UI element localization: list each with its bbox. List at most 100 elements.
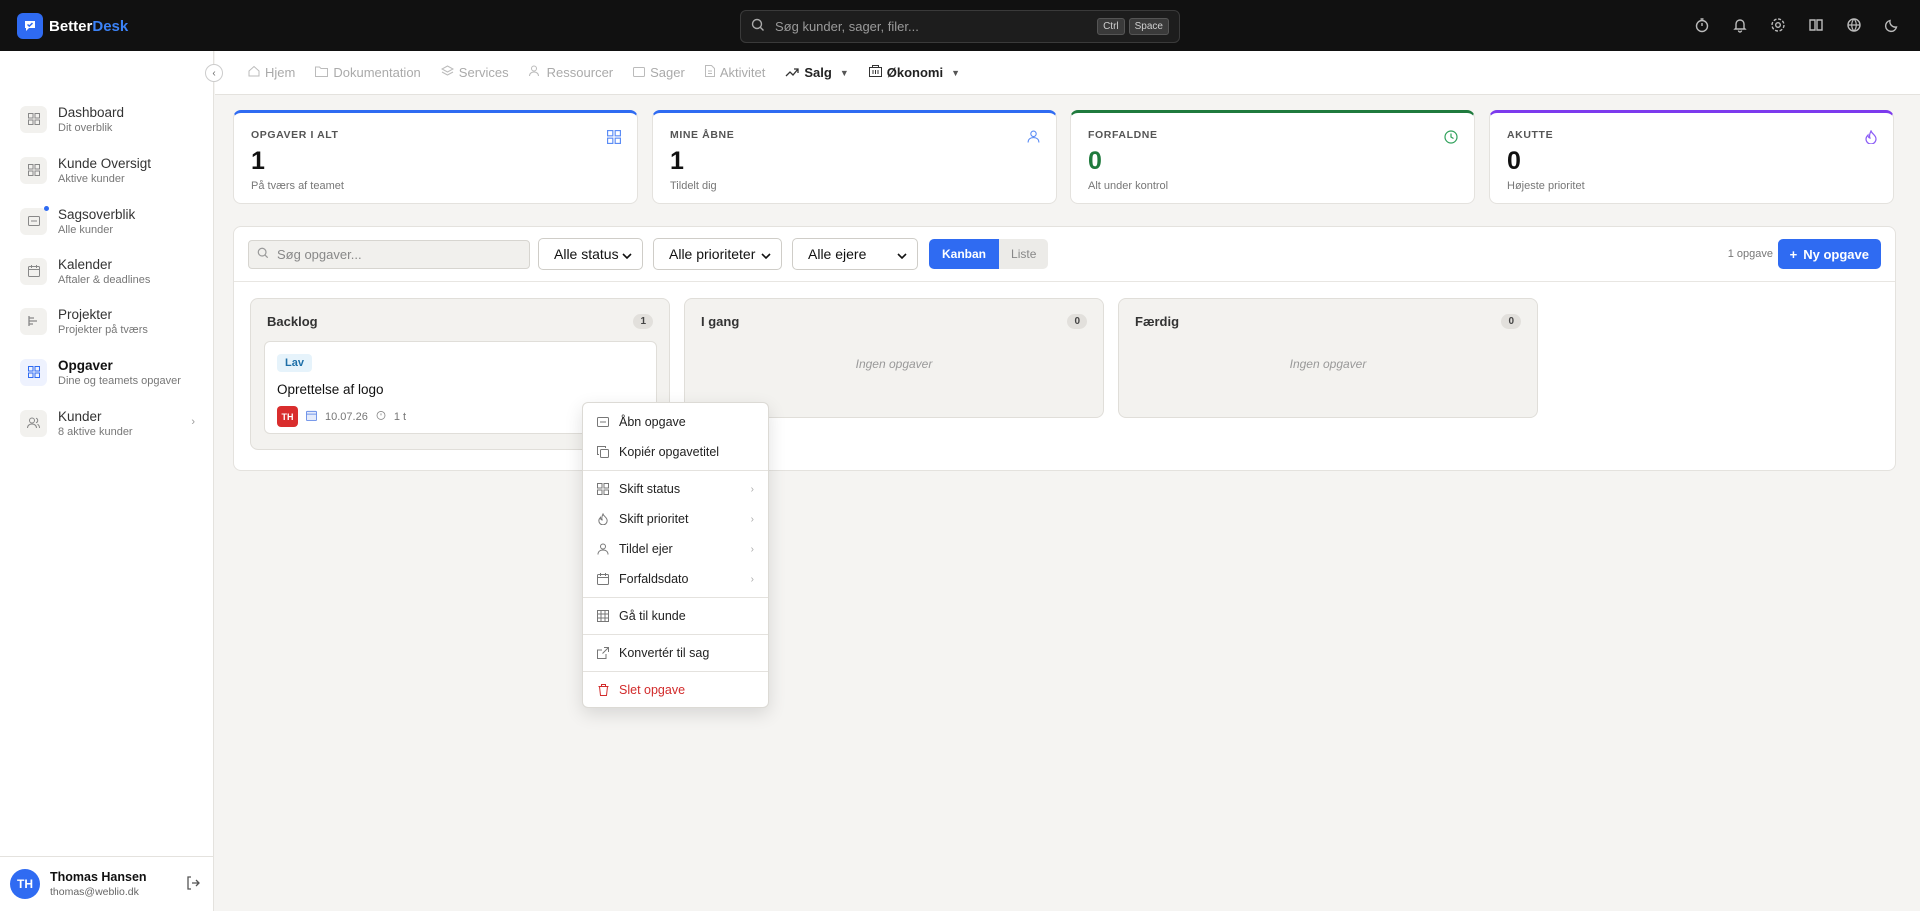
- user-profile[interactable]: TH Thomas Hansen thomas@weblio.dk: [0, 856, 214, 911]
- menu-item-open-task[interactable]: Åbn opgave: [583, 409, 768, 435]
- search-icon: [257, 247, 269, 262]
- avatar: TH: [10, 869, 40, 899]
- tab-dokumentation[interactable]: Dokumentation: [315, 65, 421, 80]
- book-icon[interactable]: [1806, 15, 1826, 35]
- menu-divider: [583, 470, 768, 471]
- sidebar-item-projekter[interactable]: Projekter Projekter på tværs: [20, 302, 195, 340]
- trash-icon: [596, 683, 610, 697]
- menu-divider: [583, 671, 768, 672]
- app-logo[interactable]: BetterDesk: [17, 13, 128, 39]
- table-icon: [596, 609, 610, 623]
- new-task-button[interactable]: + Ny opgave: [1777, 239, 1881, 269]
- notification-dot: [44, 205, 49, 211]
- menu-item-convert-to-case[interactable]: Konvertér til sag: [583, 640, 768, 666]
- tab-ressourcer[interactable]: Ressourcer: [528, 65, 613, 80]
- sidebar-item-title: Sagsoverblik: [58, 206, 136, 222]
- menu-item-change-priority[interactable]: Skift prioritet ›: [583, 506, 768, 532]
- sidebar-item-title: Projekter: [58, 306, 113, 322]
- collapse-sidebar-button[interactable]: ‹: [205, 64, 223, 82]
- sidebar-item-title: Dashboard: [58, 104, 125, 120]
- user-name: Thomas Hansen: [50, 870, 147, 884]
- calendar-icon: [20, 257, 47, 285]
- kanban-view-button[interactable]: Kanban: [929, 239, 1000, 269]
- chevron-down-icon: [622, 246, 632, 262]
- chevron-right-icon: ›: [750, 483, 754, 495]
- sidebar-item-subtitle: Alle kunder: [58, 223, 114, 236]
- task-search-placeholder: Søg opgaver...: [277, 247, 362, 262]
- caret-down-icon: ▼: [951, 67, 960, 78]
- menu-item-delete-task[interactable]: Slet opgave: [583, 677, 768, 703]
- menu-item-go-to-customer[interactable]: Gå til kunde: [583, 603, 768, 629]
- stat-value: 1: [251, 147, 265, 175]
- sidebar-item-title: Kalender: [58, 256, 113, 272]
- task-estimate: 1 t: [393, 410, 407, 423]
- tab-aktivitet[interactable]: Aktivitet: [704, 65, 766, 80]
- timer-icon[interactable]: [1692, 15, 1712, 35]
- grid-icon: [20, 358, 47, 386]
- task-toolbar: Søg opgaver... Alle status Alle priorite…: [234, 227, 1895, 282]
- view-toggle: Kanban Liste: [929, 239, 1049, 269]
- tab-salg[interactable]: Salg ▼: [785, 65, 849, 80]
- menu-item-assign-owner[interactable]: Tildel ejer ›: [583, 536, 768, 562]
- menu-item-label: Slet opgave: [619, 683, 686, 697]
- task-context-menu: Åbn opgave Kopiér opgavetitel Skift stat…: [582, 402, 769, 708]
- owner-filter-select[interactable]: Alle ejere: [792, 238, 918, 270]
- menu-item-change-status[interactable]: Skift status ›: [583, 476, 768, 502]
- menu-item-label: Forfaldsdato: [619, 572, 689, 586]
- sidebar-item-subtitle: Aktive kunder: [58, 172, 125, 185]
- stat-value: 0: [1507, 147, 1521, 175]
- sidebar-item-kunde-oversigt[interactable]: Kunde Oversigt Aktive kunder: [20, 151, 195, 189]
- user-icon: [1027, 130, 1040, 146]
- empty-column-text: Ingen opgaver: [1289, 357, 1367, 371]
- stat-label: AKUTTE: [1507, 129, 1554, 141]
- chevron-right-icon[interactable]: ›: [191, 416, 195, 428]
- timer-icon: [376, 410, 386, 423]
- global-search-input[interactable]: Søg kunder, sager, filer... Ctrl Space: [740, 10, 1180, 43]
- user-icon: [596, 542, 610, 556]
- tab-label: Aktivitet: [719, 65, 766, 80]
- menu-item-label: Kopiér opgavetitel: [619, 445, 720, 459]
- sidebar-item-kunder[interactable]: Kunder 8 aktive kunder ›: [20, 404, 195, 442]
- sidebar: Dashboard Dit overblik Kunde Oversigt Akti…: [0, 51, 214, 911]
- gear-icon[interactable]: [1768, 15, 1788, 35]
- sidebar-item-title: Opgaver: [58, 357, 113, 373]
- global-search-placeholder: Søg kunder, sager, filer...: [775, 19, 919, 34]
- grid-icon: [596, 482, 610, 496]
- tab-okonomi[interactable]: Økonomi ▼: [868, 65, 960, 80]
- plus-icon: +: [1789, 246, 1798, 262]
- column-count: 1: [633, 314, 653, 329]
- priority-filter-select[interactable]: Alle prioriteter: [653, 238, 782, 270]
- globe-icon[interactable]: [1844, 15, 1864, 35]
- menu-item-copy-title[interactable]: Kopiér opgavetitel: [583, 439, 768, 465]
- priority-tag: Lav: [277, 354, 312, 372]
- sidebar-item-sagsoverblik[interactable]: Sagsoverblik Alle kunder: [20, 202, 195, 240]
- menu-item-due-date[interactable]: Forfaldsdato ›: [583, 566, 768, 592]
- tab-label: Dokumentation: [333, 65, 421, 80]
- stat-label: MINE ÅBNE: [670, 129, 735, 141]
- caret-down-icon: ▼: [839, 67, 849, 78]
- tab-hjem[interactable]: Hjem: [248, 65, 295, 80]
- sidebar-item-kalender[interactable]: Kalender Aftaler & deadlines: [20, 252, 195, 290]
- search-icon: [751, 18, 765, 35]
- moon-icon[interactable]: [1882, 15, 1902, 35]
- flame-icon: [596, 512, 610, 526]
- users-icon: [528, 65, 542, 80]
- sidebar-item-opgaver[interactable]: Opgaver Dine og teamets opgaver: [20, 353, 195, 391]
- sidebar-item-dashboard[interactable]: Dashboard Dit overblik: [20, 100, 195, 138]
- layers-icon: [440, 65, 454, 80]
- stat-subtitle: Højeste prioritet: [1507, 180, 1585, 192]
- status-filter-select[interactable]: Alle status: [538, 238, 643, 270]
- stat-label: OPGAVER I ALT: [251, 129, 339, 141]
- column-count: 0: [1501, 314, 1521, 329]
- logout-icon[interactable]: [186, 876, 200, 893]
- calendar-icon: [306, 410, 317, 424]
- task-search-input[interactable]: Søg opgaver...: [248, 240, 530, 269]
- tab-sager[interactable]: Sager: [633, 65, 685, 80]
- grid-icon: [607, 130, 621, 147]
- user-email: thomas@weblio.dk: [50, 886, 139, 898]
- list-view-button[interactable]: Liste: [999, 239, 1049, 269]
- bell-icon[interactable]: [1730, 15, 1750, 35]
- status-filter-value: Alle status: [554, 246, 619, 262]
- chevron-left-icon: ‹: [212, 67, 216, 79]
- tab-services[interactable]: Services: [440, 65, 509, 80]
